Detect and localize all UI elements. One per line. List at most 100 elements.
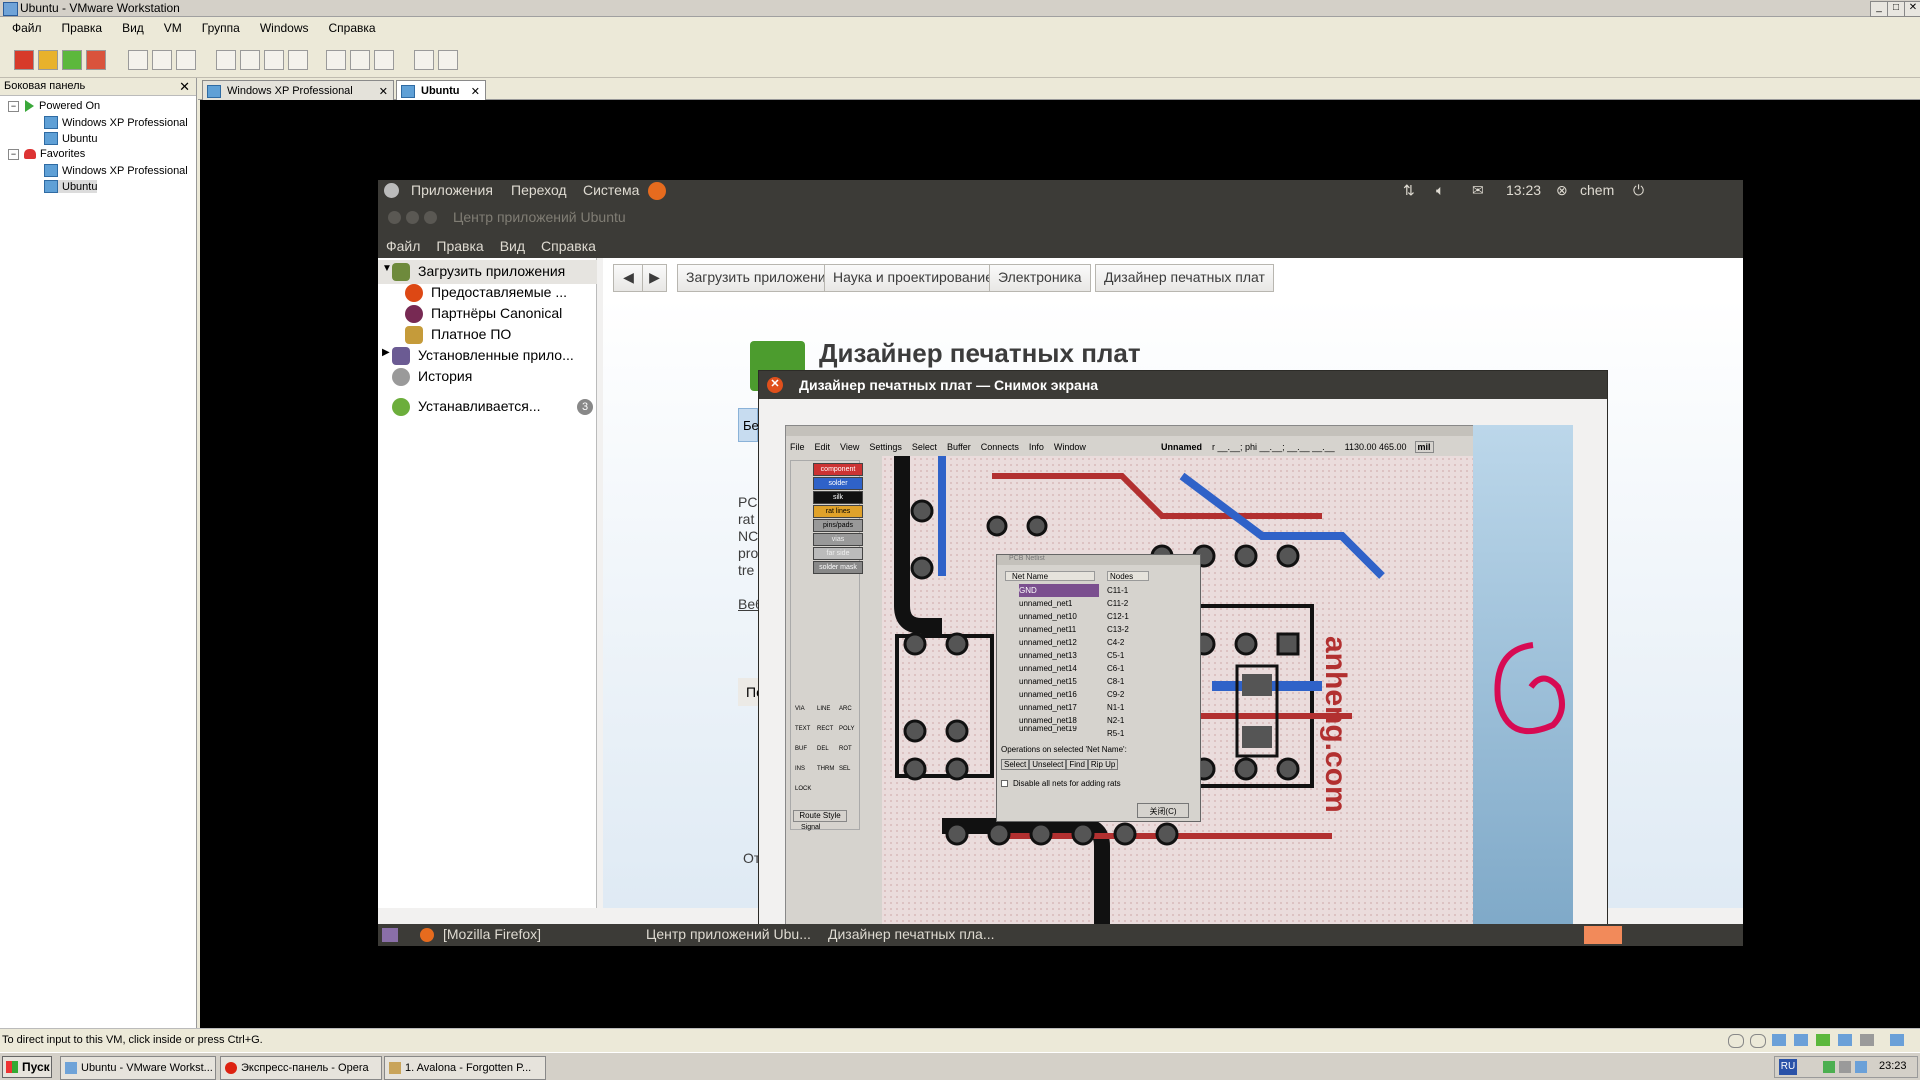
usc-menu-file[interactable]: Файл [386,238,420,254]
task-pcb-screenshot[interactable]: Дизайнер печатных пла... [828,926,995,942]
power-off-icon[interactable] [14,50,34,70]
tree-item-winxp[interactable]: Windows XP Professional [44,116,188,129]
usc-menu-edit[interactable]: Правка [436,238,483,254]
tree-group-favorites[interactable]: − Favorites [8,148,85,160]
cdrom2-icon[interactable] [1750,1034,1766,1048]
task-player[interactable]: 1. Avalona - Forgotten P... [384,1056,546,1080]
sidebar-item-history[interactable]: История [378,365,597,389]
language-indicator[interactable]: RU [1779,1059,1797,1075]
quick-switch-icon[interactable] [264,50,284,70]
netlist-col-nodes: Nodes [1107,571,1149,581]
start-button[interactable]: Пуск [2,1056,52,1078]
thumbnail-icon[interactable] [350,50,370,70]
task-vmware[interactable]: Ubuntu - VMware Workst... [60,1056,216,1080]
message-icon[interactable] [1890,1034,1904,1046]
breadcrumb-item[interactable]: Электроника [989,264,1091,292]
menu-view[interactable]: Вид [122,21,144,35]
minimize-icon[interactable] [406,211,419,224]
netlist-checkbox [1001,780,1008,787]
snapshot-manager-icon[interactable] [176,50,196,70]
expander-icon[interactable]: ▼ [382,263,392,274]
pcb-menu-item: Select [911,442,937,452]
breadcrumb-item[interactable]: Загрузить приложения [677,264,843,292]
tab-close-icon[interactable]: ✕ [471,85,480,98]
menu-group[interactable]: Группа [202,21,240,35]
forward-button[interactable]: ▶ [642,264,667,292]
menu-windows[interactable]: Windows [260,21,309,35]
tab-winxp[interactable]: Windows XP Professional ✕ [202,80,394,101]
power-icon[interactable]: ⏻ [1633,182,1644,199]
revert-snapshot-icon[interactable] [152,50,172,70]
close-icon[interactable]: ✕ [767,377,783,393]
collapse-icon[interactable]: − [8,100,19,112]
network-adapter-icon[interactable] [1816,1034,1830,1046]
library-close-icon[interactable]: ✕ [179,79,190,95]
tree-item-ubuntu[interactable]: Ubuntu [44,132,97,145]
collapse-icon[interactable]: − [8,148,19,160]
devices-icon[interactable] [438,50,458,70]
fullscreen-icon[interactable] [240,50,260,70]
volume-tray-icon[interactable] [1839,1061,1851,1073]
expander-icon[interactable]: ▶ [382,347,390,358]
task-software-center[interactable]: Центр приложений Ubu... [646,926,811,942]
minimize-button[interactable]: _ [1870,1,1888,17]
node-row: C8-1 [1107,677,1125,686]
tree-item-winxp[interactable]: Windows XP Professional [44,164,188,177]
install-button[interactable]: Бе [738,408,759,442]
snapshot-icon[interactable] [128,50,148,70]
task-firefox[interactable]: [Mozilla Firefox] [443,926,541,942]
maximize-icon[interactable] [424,211,437,224]
firefox-task-icon [420,928,434,942]
cdrom-icon[interactable] [1728,1034,1744,1048]
network-icon[interactable]: ⇅ [1403,182,1415,199]
usc-menu-help[interactable]: Справка [541,238,596,254]
task-opera[interactable]: Экспресс-панель - Opera [220,1056,382,1080]
tray-icon[interactable] [1823,1061,1835,1073]
menu-applications[interactable]: Приложения [411,182,493,198]
menu-edit[interactable]: Правка [62,21,103,35]
back-button[interactable]: ◀ [613,264,644,292]
menu-system[interactable]: Система [583,182,639,198]
summary-icon[interactable] [288,50,308,70]
sidebar-toggle-icon[interactable] [216,50,236,70]
menu-places[interactable]: Переход [511,182,567,198]
firefox-icon[interactable] [648,182,666,200]
suspend-icon[interactable] [38,50,58,70]
maximize-button[interactable]: □ [1887,1,1905,17]
tree-item-ubuntu-selected[interactable]: Ubuntu [44,180,98,193]
sidebar-item-installing[interactable]: Устанавливается... 3 [378,395,597,419]
sidebar-label: Установленные прило... [418,347,574,363]
tab-ubuntu[interactable]: Ubuntu ✕ [396,80,486,101]
tab-close-icon[interactable]: ✕ [379,85,388,98]
network-tray-icon[interactable] [1855,1061,1867,1073]
floppy-icon[interactable] [1794,1034,1808,1046]
reset-icon[interactable] [86,50,106,70]
network-icon[interactable] [414,50,434,70]
breadcrumb-item[interactable]: Дизайнер печатных плат [1095,264,1274,292]
menu-file[interactable]: Файл [12,21,42,35]
breadcrumb-item[interactable]: Наука и проектирование [824,264,1002,292]
volume-icon[interactable]: 🔈︎ [1436,182,1444,199]
paid-icon [405,326,423,344]
user-name[interactable]: chem [1580,182,1614,198]
unity-icon[interactable] [374,50,394,70]
workspace-switcher[interactable] [1584,926,1622,944]
tool-label: SEL [839,766,851,772]
vmware-menubar: Файл Правка Вид VM Группа Windows Справк… [0,18,1920,38]
tree-group-powered-on[interactable]: − Powered On [8,100,100,112]
close-icon[interactable] [388,211,401,224]
menu-vm[interactable]: VM [164,21,182,35]
tray-clock[interactable]: 23:23 [1879,1060,1907,1072]
usb-icon[interactable] [1838,1034,1852,1046]
hdd-icon[interactable] [1772,1034,1786,1046]
clock[interactable]: 13:23 [1506,182,1541,198]
console-icon[interactable] [326,50,346,70]
power-on-icon[interactable] [62,50,82,70]
ubuntu-logo-icon[interactable] [384,183,399,198]
show-desktop-icon[interactable] [382,928,398,942]
close-button[interactable]: ✕ [1904,1,1920,17]
usc-menu-view[interactable]: Вид [500,238,525,254]
mail-icon[interactable]: ✉ [1472,182,1484,199]
menu-help[interactable]: Справка [329,21,376,35]
sound-icon[interactable] [1860,1034,1874,1046]
